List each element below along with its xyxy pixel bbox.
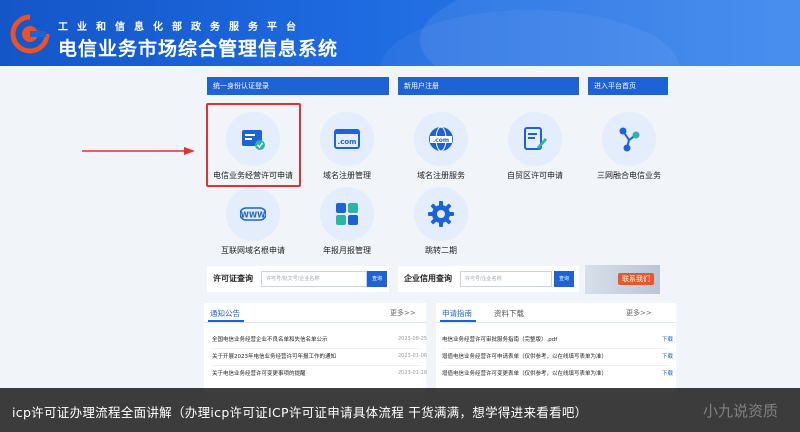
license-query-input[interactable]: 许可号/批文号/企业名称 <box>261 271 367 287</box>
service-tile-domain-manage[interactable]: .com 域名注册管理 <box>302 112 392 192</box>
svg-text:.com: .com <box>433 137 449 144</box>
list-item-date: 2023-01-18 <box>398 370 428 376</box>
enter-platform-bar[interactable]: 进入平台首页 <box>588 77 668 95</box>
list-item[interactable]: 电信业务经营许可审批服务指南（完整版）.pdf <box>442 335 557 349</box>
list-item-date: 2023-01-06 <box>398 353 428 359</box>
tab-download[interactable]: 资料下载 <box>494 308 524 319</box>
list-item[interactable]: 增值电信业务经营许可变更表单（仅供参考，以在线填写表单为准） <box>442 369 607 383</box>
service-tile-phase-two[interactable]: 跳转二期 <box>396 187 486 267</box>
row-divider <box>442 365 670 366</box>
grid-tiles-icon <box>336 203 358 225</box>
notice-more-link[interactable]: 更多>> <box>390 308 416 318</box>
tab-active-indicator <box>208 320 244 322</box>
credit-query-input[interactable]: 许可号/企业名称 <box>460 271 552 287</box>
list-item-date: 2023-08-25 <box>398 336 428 342</box>
credit-query-box: 企业信用查询 许可号/企业名称 查询 <box>398 266 579 292</box>
tile-label: 跳转二期 <box>425 246 457 255</box>
service-tile-annual-report[interactable]: 年报月报管理 <box>302 187 392 267</box>
system-title: 电信业务市场综合管理信息系统 <box>58 38 339 60</box>
row-divider <box>212 348 422 349</box>
list-item[interactable]: 关于开展2023年电信业务经营许可年报工作的通知 <box>212 352 336 366</box>
icon-circle <box>320 187 374 241</box>
contact-us-label: 联系我们 <box>618 273 654 285</box>
tile-label: 域名注册管理 <box>323 171 371 180</box>
caption-text: icp许可证办理流程全面讲解（办理icp许可证ICP许可证申请具体流程 干货满满… <box>12 405 588 420</box>
watermark: 小九说资质 <box>702 402 778 420</box>
license-query-label: 许可证查询 <box>213 274 253 283</box>
network-nodes-icon <box>619 127 640 152</box>
tile-label: 自贸区许可申请 <box>507 171 563 180</box>
credit-query-label: 企业信用查询 <box>404 274 452 283</box>
service-tile-ftz-license[interactable]: 自贸区许可申请 <box>490 112 580 192</box>
icon-circle <box>508 112 562 166</box>
site-header: 工业和信息化部政务服务平台 电信业务市场综合管理信息系统 <box>0 0 800 66</box>
svg-text:WWW: WWW <box>241 211 266 220</box>
download-link[interactable]: 下载 <box>662 335 673 343</box>
unified-login-bar[interactable]: 统一身份认证登录 <box>207 77 389 95</box>
credit-query-button[interactable]: 查询 <box>554 271 574 287</box>
notice-panel: 通知公告 更多>> 全国电信业务经营企业不良名单和失信名单公示 2023-08-… <box>204 303 428 393</box>
gear-icon <box>428 201 454 227</box>
list-item[interactable]: 全国电信业务经营企业不良名单和失信名单公示 <box>212 335 328 349</box>
icon-circle: .com <box>320 112 374 166</box>
icon-circle: WWW <box>226 187 280 241</box>
license-query-box: 许可证查询 许可号/批文号/企业名称 查询 <box>207 266 389 292</box>
tile-label: 域名注册服务 <box>417 171 465 180</box>
document-edit-icon <box>524 127 547 150</box>
tile-label: 三网融合电信业务 <box>597 171 661 180</box>
tile-label: 互联网域名根申请 <box>221 246 285 255</box>
new-user-register-bar[interactable]: 新用户注册 <box>398 77 579 95</box>
row-divider <box>212 365 422 366</box>
contact-us-banner[interactable]: 联系我们 <box>585 265 660 294</box>
download-link[interactable]: 下载 <box>662 352 673 360</box>
svg-text:.com: .com <box>338 138 357 146</box>
highlight-box <box>206 103 301 187</box>
license-query-button[interactable]: 查询 <box>367 271 387 287</box>
notice-tabs: 通知公告 更多>> <box>204 303 426 323</box>
globe-com-icon: .com <box>429 126 453 152</box>
tile-label: 年报月报管理 <box>323 246 371 255</box>
download-tabs: 申请指南 资料下载 更多>> <box>436 303 676 323</box>
ministry-logo[interactable] <box>10 14 50 54</box>
caption-overlay: icp许可证办理流程全面讲解（办理icp许可证ICP许可证申请具体流程 干货满满… <box>0 388 800 432</box>
service-tile-root-domain[interactable]: WWW 互联网域名根申请 <box>208 187 298 267</box>
service-tile-triple-play[interactable]: 三网融合电信业务 <box>584 112 674 192</box>
tab-guide[interactable]: 申请指南 <box>442 308 472 319</box>
www-icon: WWW <box>240 207 266 221</box>
download-more-link[interactable]: 更多>> <box>626 308 652 318</box>
ministry-name: 工业和信息化部政务服务平台 <box>58 22 305 33</box>
icon-circle <box>414 187 468 241</box>
icon-circle <box>602 112 656 166</box>
download-link[interactable]: 下载 <box>662 369 673 377</box>
tab-active-indicator <box>440 320 476 322</box>
list-item[interactable]: 增值电信业务经营许可申请表单（仅供参考，以在线填写表单为准） <box>442 352 607 366</box>
tab-notice[interactable]: 通知公告 <box>210 308 240 319</box>
list-item[interactable]: 关于电信业务经营许可变更事项的提醒 <box>212 369 306 383</box>
download-panel: 申请指南 资料下载 更多>> 电信业务经营许可审批服务指南（完整版）.pdf 下… <box>436 303 676 393</box>
pointer-arrow <box>82 147 195 155</box>
row-divider <box>442 348 670 349</box>
dotcom-icon: .com <box>334 129 360 149</box>
icon-circle: .com <box>414 112 468 166</box>
service-tile-domain-service[interactable]: .com 域名注册服务 <box>396 112 486 192</box>
